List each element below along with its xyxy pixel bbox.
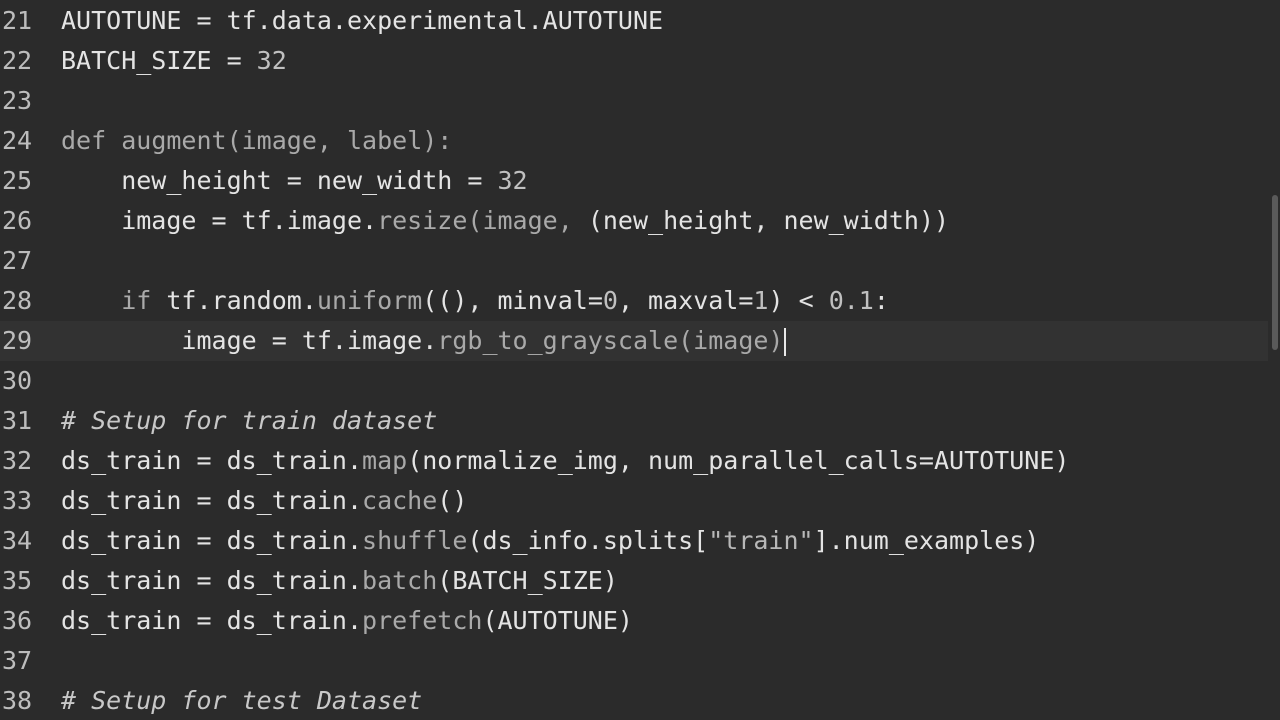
code-token: 0 [602, 286, 618, 315]
code-token: AUTOTUNE = tf.data.experimental.AUTOTUNE [61, 6, 664, 35]
code-token: ds_train = ds_train. [61, 486, 363, 515]
code-line[interactable]: 32 ds_train = ds_train.map(normalize_img,… [0, 441, 1268, 481]
code-token: new_height = new_width = [61, 166, 498, 195]
code-line[interactable]: 23 [0, 81, 1268, 121]
code-token: # Setup for train dataset [61, 406, 438, 435]
line-number: 32 [2, 446, 33, 475]
code-line[interactable]: 31 # Setup for train dataset [0, 401, 1268, 441]
code-text: new_height = new_width = 32 [61, 161, 528, 201]
code-token: 32 [256, 46, 287, 75]
line-number: 30 [2, 366, 33, 395]
line-number: 31 [2, 406, 33, 435]
code-token: ((), minval= [422, 286, 603, 315]
code-text: BATCH_SIZE = 32 [61, 41, 287, 81]
code-text: image = tf.image.rgb_to_grayscale(image) [61, 321, 787, 361]
code-line[interactable]: 35 ds_train = ds_train.batch(BATCH_SIZE) [0, 561, 1268, 601]
code-token: "train" [708, 526, 814, 555]
code-text: ds_train = ds_train.shuffle(ds_info.spli… [61, 521, 1039, 561]
code-token: ds_train = ds_train. [61, 606, 363, 635]
code-token: 0.1 [828, 286, 874, 315]
line-number: 27 [2, 246, 33, 275]
code-token: (ds_info.splits[ [467, 526, 709, 555]
code-token: 32 [497, 166, 528, 195]
code-token: image, [482, 206, 588, 235]
line-number: 25 [2, 166, 33, 195]
line-number: 26 [2, 206, 33, 235]
line-number: 21 [2, 6, 33, 35]
code-line[interactable]: 36 ds_train = ds_train.prefetch(AUTOTUNE) [0, 601, 1268, 641]
code-token: (image) [678, 326, 784, 355]
line-number: 35 [2, 566, 33, 595]
code-token: (new_height, new_width)) [587, 206, 950, 235]
code-token: (AUTOTUNE) [482, 606, 633, 635]
code-token: map [362, 446, 408, 475]
code-token: ds_train = ds_train. [61, 526, 363, 555]
line-number: 36 [2, 606, 33, 635]
code-token: cache [362, 486, 438, 515]
scrollbar-thumb[interactable] [1272, 195, 1278, 350]
code-line[interactable]: 37 [0, 641, 1268, 681]
code-token: rgb_to_grayscale [437, 326, 679, 355]
code-line[interactable]: 27 [0, 241, 1268, 281]
line-number: 37 [2, 646, 33, 675]
code-line[interactable]: 24 def augment(image, label): [0, 121, 1268, 161]
code-token: ) < [768, 286, 829, 315]
code-text: AUTOTUNE = tf.data.experimental.AUTOTUNE [61, 1, 663, 41]
code-token: image = tf.image. [61, 206, 378, 235]
line-number: 23 [2, 86, 33, 115]
code-text: # Setup for test Dataset [61, 681, 422, 720]
code-token: batch [362, 566, 438, 595]
code-line[interactable]: 21 AUTOTUNE = tf.data.experimental.AUTOTU… [0, 1, 1268, 41]
line-number: 28 [2, 286, 33, 315]
code-token: (normalize_img, num_parallel_calls=AUTOT… [407, 446, 1070, 475]
code-token: : [873, 286, 889, 315]
code-line[interactable]: 26 image = tf.image.resize(image, (new_h… [0, 201, 1268, 241]
code-text: ds_train = ds_train.map(normalize_img, n… [61, 441, 1069, 481]
code-token: def [61, 126, 122, 155]
text-cursor [784, 328, 787, 356]
current-code-line[interactable]: 29 image = tf.image.rgb_to_grayscale(ima… [0, 321, 1268, 361]
line-number: 38 [2, 686, 33, 715]
code-token: image = tf.image. [61, 326, 438, 355]
code-line[interactable]: 25 new_height = new_width = 32 [0, 161, 1268, 201]
code-line[interactable]: 33 ds_train = ds_train.cache() [0, 481, 1268, 521]
code-text: # Setup for train dataset [61, 401, 437, 441]
code-token: prefetch [362, 606, 483, 635]
code-text: ds_train = ds_train.prefetch(AUTOTUNE) [61, 601, 633, 641]
code-text: image = tf.image.resize(image, (new_heig… [61, 201, 949, 241]
line-number: 33 [2, 486, 33, 515]
code-token: uniform [316, 286, 423, 315]
code-line[interactable]: 22 BATCH_SIZE = 32 [0, 41, 1268, 81]
code-token: (BATCH_SIZE) [437, 566, 618, 595]
code-line[interactable]: 38 # Setup for test Dataset [0, 681, 1268, 720]
code-text: ds_train = ds_train.batch(BATCH_SIZE) [61, 561, 618, 601]
line-number: 22 [2, 46, 33, 75]
code-text: ds_train = ds_train.cache() [61, 481, 467, 521]
line-number: 29 [2, 326, 33, 355]
code-token: resize [377, 206, 468, 235]
code-token: if [121, 286, 167, 315]
line-number: 34 [2, 526, 33, 555]
code-text: if tf.random.uniform((), minval=0, maxva… [61, 281, 889, 321]
code-text: def augment(image, label): [61, 121, 452, 161]
code-token: () [437, 486, 468, 515]
code-token: ].num_examples) [813, 526, 1040, 555]
code-token: , maxval= [617, 286, 754, 315]
code-line[interactable]: 28 if tf.random.uniform((), minval=0, ma… [0, 281, 1268, 321]
code-token: augment(image, label): [121, 126, 453, 155]
vertical-scrollbar[interactable] [1270, 0, 1280, 720]
code-line[interactable]: 34 ds_train = ds_train.shuffle(ds_info.sp… [0, 521, 1268, 561]
code-line[interactable]: 30 [0, 361, 1268, 401]
code-token: shuffle [362, 526, 468, 555]
code-token: BATCH_SIZE = [61, 46, 257, 75]
line-number: 24 [2, 126, 33, 155]
code-token: # Setup for test Dataset [61, 686, 423, 715]
code-token: ds_train = ds_train. [61, 446, 363, 475]
code-token: tf.random. [166, 286, 317, 315]
code-token: ds_train = ds_train. [61, 566, 363, 595]
code-token: ( [467, 206, 483, 235]
code-token: 1 [753, 286, 769, 315]
code-editor[interactable]: 21 AUTOTUNE = tf.data.experimental.AUTOTU… [0, 0, 1280, 720]
